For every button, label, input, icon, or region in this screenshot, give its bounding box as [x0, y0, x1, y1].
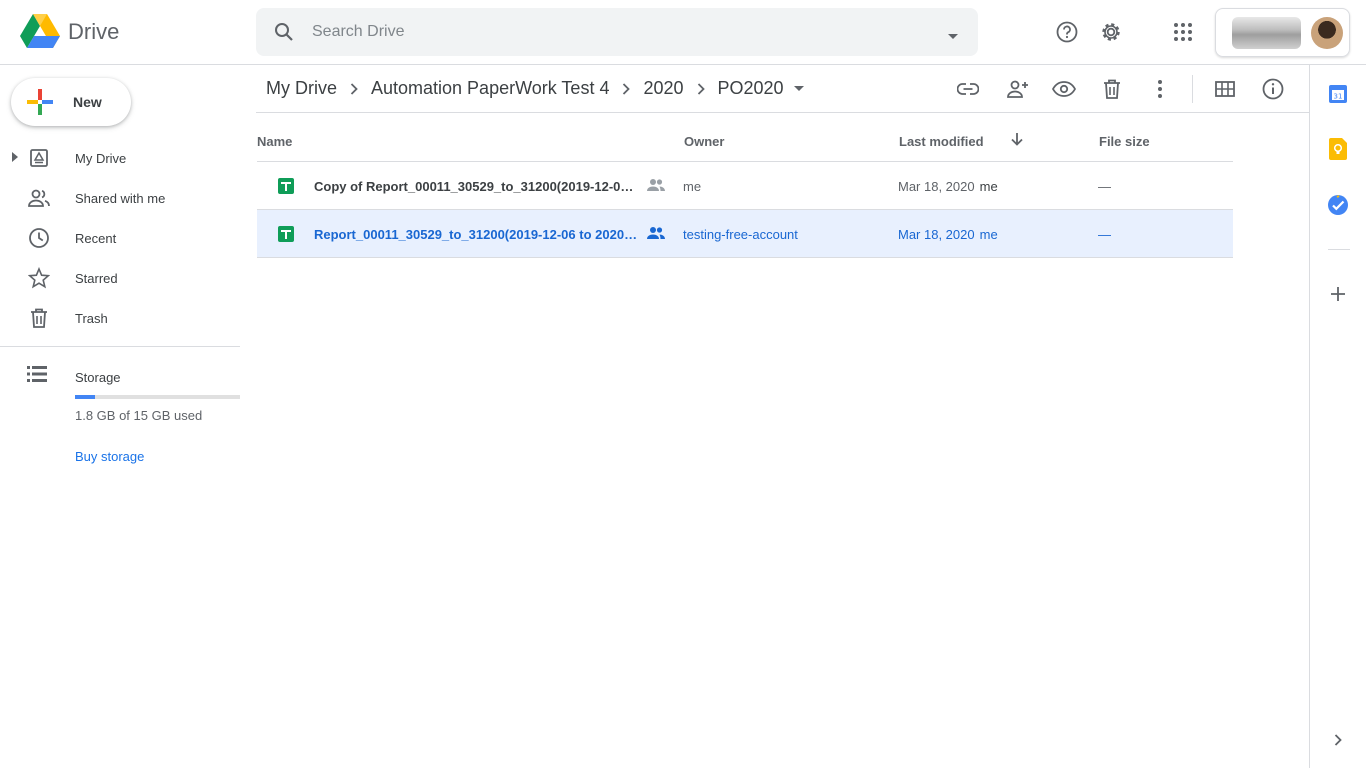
file-last-modified: Mar 18, 2020 me	[898, 179, 998, 194]
file-list-header: Name Owner Last modified File size	[257, 113, 1233, 162]
grid-view-icon[interactable]	[1213, 77, 1237, 101]
plus-colored-icon	[27, 89, 53, 115]
shared-people-icon	[647, 226, 665, 243]
drive-logo-icon	[20, 14, 60, 48]
sidebar-item-label: Starred	[75, 270, 118, 286]
shared-people-icon	[647, 178, 665, 195]
sidebar-item-label: My Drive	[75, 150, 127, 166]
column-header-owner[interactable]: Owner	[684, 134, 724, 149]
chevron-right-icon	[697, 82, 705, 95]
breadcrumb-item-year[interactable]: 2020	[643, 78, 683, 99]
search-bar[interactable]	[256, 8, 978, 56]
drive-logo[interactable]: Drive	[20, 14, 119, 50]
sidebar-nav: My Drive Shared with me Recent Starred T…	[0, 138, 240, 338]
clock-icon	[27, 226, 51, 250]
tasks-icon[interactable]	[1327, 194, 1349, 216]
folder-menu-caret-icon[interactable]	[793, 85, 804, 92]
side-panel: 31	[1309, 65, 1366, 768]
table-row[interactable]: Copy of Report_00011_30529_to_31200(2019…	[257, 162, 1233, 210]
new-button-label: New	[73, 94, 102, 110]
view-details-info-icon[interactable]	[1261, 77, 1285, 101]
preview-eye-icon[interactable]	[1052, 77, 1076, 101]
modified-date: Mar 18, 2020	[898, 179, 975, 194]
breadcrumb-item-my-drive[interactable]: My Drive	[266, 78, 337, 99]
expand-arrow-icon[interactable]	[12, 149, 18, 167]
sidebar-item-my-drive[interactable]: My Drive	[0, 138, 240, 178]
sidebar-item-label: Shared with me	[75, 190, 166, 206]
file-size: —	[1098, 179, 1111, 194]
new-button[interactable]: New	[11, 78, 131, 126]
get-link-icon[interactable]	[956, 77, 980, 101]
people-icon	[27, 186, 51, 210]
breadcrumb: My Drive Automation PaperWork Test 4 202…	[266, 78, 804, 99]
storage-progress-bar	[75, 395, 240, 399]
sidebar-item-label: Trash	[75, 310, 108, 326]
svg-text:31: 31	[1334, 93, 1343, 101]
sidebar-item-starred[interactable]: Starred	[0, 258, 240, 298]
google-sheets-icon	[278, 178, 294, 194]
column-header-file-size[interactable]: File size	[1099, 134, 1150, 149]
storage-used-text: 1.8 GB of 15 GB used	[75, 408, 203, 423]
main-content: My Drive Automation PaperWork Test 4 202…	[256, 65, 1309, 768]
sidebar: New My Drive Shared with me Recent Starr…	[0, 65, 256, 768]
apps-grid-icon[interactable]	[1171, 20, 1195, 44]
google-sheets-icon	[278, 226, 294, 242]
get-add-ons-plus-icon[interactable]	[1327, 283, 1349, 305]
sort-arrow-down-icon[interactable]	[1011, 132, 1023, 149]
modified-by: me	[979, 227, 998, 242]
sidebar-item-shared-with-me[interactable]: Shared with me	[0, 178, 240, 218]
keep-icon[interactable]	[1327, 138, 1349, 160]
file-owner: me	[683, 179, 702, 194]
storage-title[interactable]: Storage	[75, 370, 121, 385]
sidebar-item-recent[interactable]: Recent	[0, 218, 240, 258]
breadcrumb-item-folder[interactable]: Automation PaperWork Test 4	[371, 78, 609, 99]
buy-storage-link[interactable]: Buy storage	[75, 449, 144, 464]
settings-gear-icon[interactable]	[1099, 20, 1123, 44]
table-row-selected[interactable]: Report_00011_30529_to_31200(2019-12-06 t…	[257, 210, 1233, 258]
sidebar-divider	[0, 346, 240, 347]
trash-icon	[27, 306, 51, 330]
chevron-right-icon	[622, 82, 631, 95]
file-owner: testing-free-account	[683, 227, 798, 242]
modified-date: Mar 18, 2020	[898, 227, 975, 242]
file-last-modified: Mar 18, 2020 me	[898, 227, 998, 242]
breadcrumb-bar: My Drive Automation PaperWork Test 4 202…	[256, 65, 1309, 113]
storage-progress-fill	[75, 395, 95, 399]
column-header-last-modified[interactable]: Last modified	[899, 134, 984, 149]
modified-by: me	[979, 179, 998, 194]
column-header-name[interactable]: Name	[257, 134, 292, 149]
search-input[interactable]	[312, 23, 912, 41]
my-drive-icon	[27, 146, 51, 170]
file-name[interactable]: Copy of Report_00011_30529_to_31200(2019…	[314, 179, 639, 194]
share-add-person-icon[interactable]	[1004, 77, 1028, 101]
app-name: Drive	[68, 19, 120, 44]
file-list: Name Owner Last modified File size Copy …	[257, 113, 1233, 258]
search-options-icon[interactable]	[948, 27, 958, 45]
more-actions-icon[interactable]	[1148, 77, 1172, 101]
file-name[interactable]: Report_00011_30529_to_31200(2019-12-06 t…	[314, 227, 639, 242]
file-size: —	[1098, 227, 1111, 242]
sidebar-item-label: Recent	[75, 230, 117, 246]
blurred-account-name	[1232, 16, 1302, 49]
account-switcher[interactable]	[1215, 8, 1350, 57]
calendar-icon[interactable]: 31	[1327, 83, 1349, 105]
side-panel-divider	[1328, 249, 1350, 250]
breadcrumb-item-current[interactable]: PO2020	[718, 78, 784, 99]
chevron-right-icon[interactable]	[1327, 729, 1349, 751]
help-icon[interactable]	[1055, 20, 1079, 44]
remove-trash-icon[interactable]	[1100, 77, 1124, 101]
search-icon[interactable]	[256, 22, 312, 42]
avatar[interactable]	[1311, 16, 1343, 49]
top-bar: Drive	[0, 0, 1366, 65]
sidebar-item-trash[interactable]: Trash	[0, 298, 240, 338]
chevron-right-icon	[350, 82, 358, 95]
toolbar-divider	[1192, 75, 1193, 103]
storage-icon	[27, 365, 47, 388]
star-icon	[27, 266, 51, 290]
